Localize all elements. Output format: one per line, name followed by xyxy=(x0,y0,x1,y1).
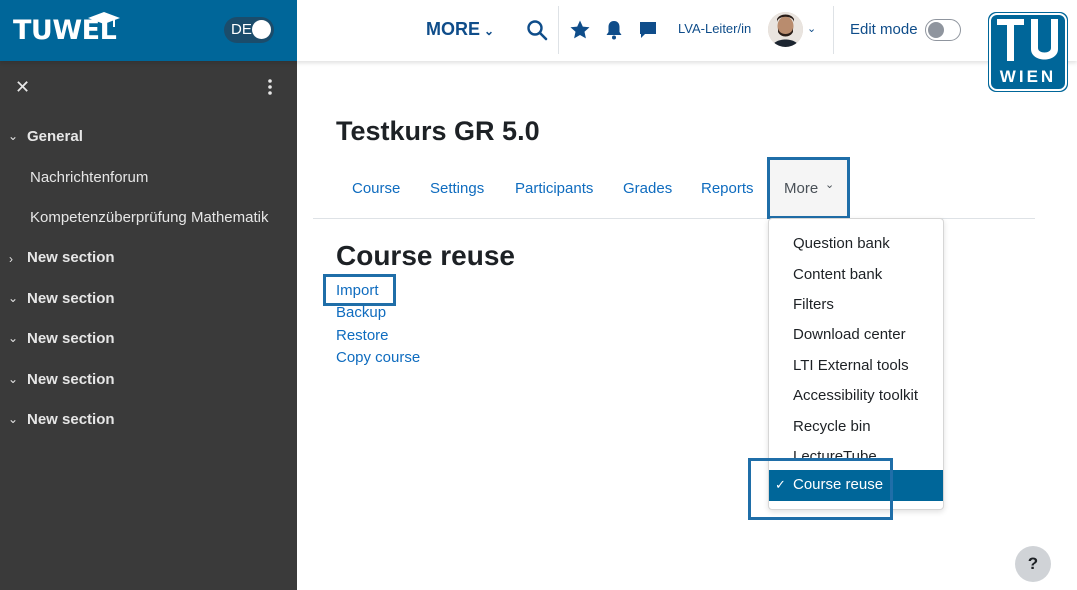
sidebar-item-kompetenzpruefung[interactable]: Kompetenzüberprüfung Mathematik xyxy=(30,209,268,227)
chevron-down-icon: ⌄ xyxy=(825,179,835,191)
graduation-cap-icon xyxy=(88,12,120,27)
header-divider xyxy=(558,6,559,54)
tab-course[interactable]: Course xyxy=(352,180,400,198)
bell-icon[interactable] xyxy=(602,18,626,42)
language-toggle-knob xyxy=(252,20,271,39)
chevron-down-icon[interactable]: ⌄ xyxy=(8,127,18,145)
sidebar-section-new-5[interactable]: New section xyxy=(27,411,115,429)
highlight-box-course-reuse xyxy=(748,458,893,520)
chevron-right-icon[interactable]: › xyxy=(9,250,13,268)
language-label: DE xyxy=(231,21,252,38)
sidebar-section-new-2[interactable]: New section xyxy=(27,290,115,308)
page-heading: Course reuse xyxy=(336,240,515,271)
edit-mode-toggle-knob xyxy=(928,22,944,38)
sidebar-section-new-3[interactable]: New section xyxy=(27,330,115,348)
tu-wien-logo-text: WIEN xyxy=(999,67,1057,86)
sidebar-section-general[interactable]: General xyxy=(27,128,83,146)
import-link[interactable]: Import xyxy=(336,282,379,300)
restore-link[interactable]: Restore xyxy=(336,327,389,345)
kebab-menu-icon[interactable] xyxy=(266,77,274,97)
backup-link[interactable]: Backup xyxy=(336,304,386,322)
chevron-down-icon[interactable]: ⌄ xyxy=(8,410,18,428)
edit-mode-label: Edit mode xyxy=(850,21,918,38)
tab-more[interactable]: More ⌄ xyxy=(767,157,850,219)
tab-reports[interactable]: Reports xyxy=(701,180,754,198)
chevron-down-icon[interactable]: ⌄ xyxy=(8,289,18,307)
edit-mode-toggle[interactable] xyxy=(925,19,961,41)
user-menu-chevron-icon[interactable]: ⌄ xyxy=(807,22,816,35)
more-menu[interactable]: MORE ⌄ xyxy=(426,18,494,42)
tab-more-label: More xyxy=(784,180,819,197)
star-icon[interactable] xyxy=(568,18,592,42)
chevron-down-icon[interactable]: ⌄ xyxy=(8,370,18,388)
menu-item-question-bank[interactable]: Question bank xyxy=(793,235,890,253)
course-title: Testkurs GR 5.0 xyxy=(336,116,540,146)
chevron-down-icon[interactable]: ⌄ xyxy=(8,329,18,347)
user-role-label[interactable]: LVA-Leiter/in xyxy=(678,21,751,37)
menu-item-accessibility-toolkit[interactable]: Accessibility toolkit xyxy=(793,387,918,405)
sidebar-section-new-1[interactable]: New section xyxy=(27,249,115,267)
tab-participants[interactable]: Participants xyxy=(515,180,593,198)
user-photo-icon xyxy=(768,12,803,47)
tab-settings[interactable]: Settings xyxy=(430,180,484,198)
brand-area: TUWEL DE xyxy=(0,0,297,61)
menu-item-content-bank[interactable]: Content bank xyxy=(793,266,882,284)
copy-course-link[interactable]: Copy course xyxy=(336,349,420,367)
top-navbar: TUWEL DE MORE ⌄ LVA-Leiter/in ⌄ Edit mod… xyxy=(0,0,1077,61)
search-icon[interactable] xyxy=(525,18,549,42)
menu-item-filters[interactable]: Filters xyxy=(793,296,834,314)
message-icon[interactable] xyxy=(636,18,660,42)
menu-item-recycle-bin[interactable]: Recycle bin xyxy=(793,418,871,436)
sidebar-section-new-4[interactable]: New section xyxy=(27,371,115,389)
chevron-down-icon: ⌄ xyxy=(484,24,495,38)
secondary-navigation: Course Settings Participants Grades Repo… xyxy=(313,157,1035,219)
more-menu-label: MORE xyxy=(426,19,480,39)
tab-grades[interactable]: Grades xyxy=(623,180,672,198)
course-index-drawer: ✕ ⌄ General Nachrichtenforum Kompetenzüb… xyxy=(0,61,297,590)
header-divider xyxy=(833,6,834,54)
language-toggle[interactable]: DE xyxy=(224,17,274,43)
user-avatar[interactable] xyxy=(768,12,803,47)
close-drawer-icon[interactable]: ✕ xyxy=(15,77,30,97)
sidebar-item-nachrichtenforum[interactable]: Nachrichtenforum xyxy=(30,169,148,187)
tu-wien-logo: WIEN xyxy=(988,12,1068,92)
help-button[interactable]: ? xyxy=(1015,546,1051,582)
menu-item-lti-external-tools[interactable]: LTI External tools xyxy=(793,357,909,375)
menu-item-download-center[interactable]: Download center xyxy=(793,326,906,344)
